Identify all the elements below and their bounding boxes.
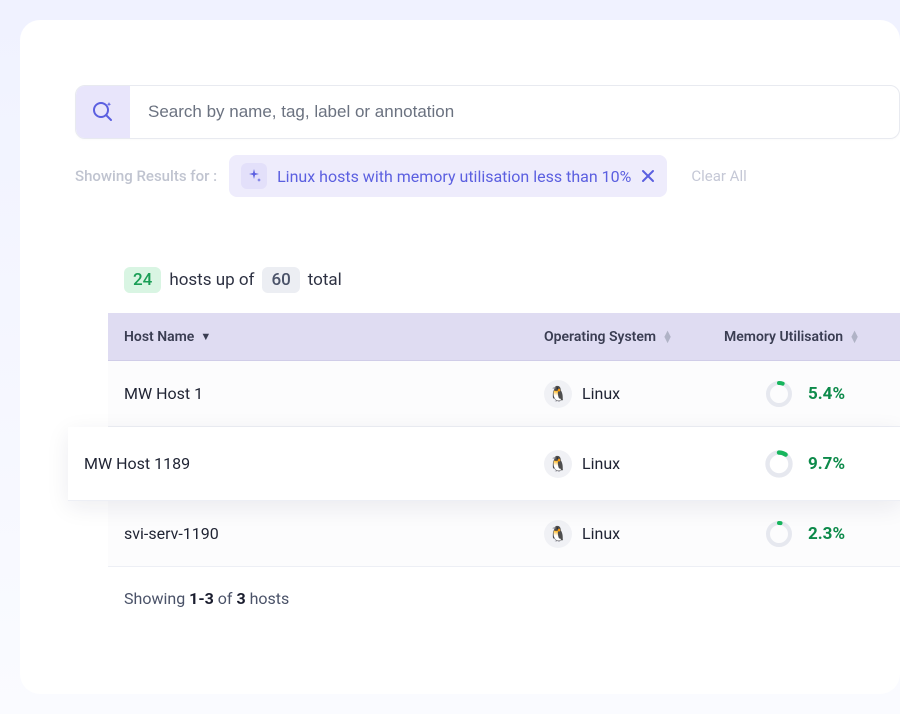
summary-row: 24 hosts up of 60 total — [108, 247, 900, 313]
col-header-os[interactable]: Operating System ▲▼ — [544, 329, 724, 345]
table-row[interactable]: MW Host 1 🐧Linux 5.4% — [108, 361, 900, 427]
search-area — [75, 20, 900, 139]
table-row[interactable]: MW Host 1189 🐧Linux 9.7% — [68, 427, 900, 501]
close-icon[interactable] — [641, 169, 655, 183]
cell-os: 🐧Linux — [544, 450, 724, 478]
cell-memory: 9.7% — [724, 449, 884, 479]
hosts-total-count: 60 — [262, 267, 299, 293]
search-bar — [75, 85, 900, 139]
col-header-memory-label: Memory Utilisation — [724, 329, 843, 345]
sort-icon: ▲▼ — [849, 331, 860, 343]
linux-icon: 🐧 — [544, 450, 572, 478]
cell-hostname: svi-serv-1190 — [124, 524, 544, 543]
sort-icon: ▲▼ — [662, 331, 673, 343]
pagination-range: 1-3 — [189, 589, 214, 608]
linux-icon: 🐧 — [544, 380, 572, 408]
filter-row: Showing Results for : Linux hosts with m… — [75, 139, 900, 217]
cell-hostname: MW Host 1 — [124, 384, 544, 403]
cell-hostname: MW Host 1189 — [84, 454, 544, 473]
cell-os: 🐧Linux — [544, 380, 724, 408]
summary-text-2: total — [308, 270, 342, 290]
summary-text-1: hosts up of — [169, 270, 254, 290]
col-header-os-label: Operating System — [544, 329, 656, 345]
ai-search-icon[interactable] — [76, 85, 130, 139]
app-container: Showing Results for : Linux hosts with m… — [20, 20, 900, 694]
col-header-hostname-label: Host Name — [124, 329, 194, 345]
caret-down-icon: ▼ — [200, 330, 211, 343]
col-header-hostname[interactable]: Host Name ▼ — [124, 329, 544, 345]
hosts-up-count: 24 — [124, 267, 161, 293]
filter-results-label: Showing Results for : — [75, 167, 217, 185]
linux-icon: 🐧 — [544, 520, 572, 548]
pagination-prefix: Showing — [124, 589, 185, 608]
results-panel: 24 hosts up of 60 total Host Name ▼ Oper… — [108, 247, 900, 630]
cell-memory: 2.3% — [724, 519, 884, 549]
pagination-of: of — [218, 589, 233, 608]
filter-chip[interactable]: Linux hosts with memory utilisation less… — [229, 155, 667, 197]
cell-os: 🐧Linux — [544, 520, 724, 548]
search-input[interactable] — [130, 102, 899, 122]
filter-chip-text: Linux hosts with memory utilisation less… — [277, 167, 631, 186]
table-header: Host Name ▼ Operating System ▲▼ Memory U… — [108, 313, 900, 361]
pagination-suffix: hosts — [250, 589, 290, 608]
clear-all-button[interactable]: Clear All — [691, 167, 746, 185]
table-body: MW Host 1 🐧Linux 5.4% MW Host 1189 🐧Linu… — [108, 361, 900, 567]
pagination-total: 3 — [236, 589, 245, 608]
sparkle-icon — [241, 163, 267, 189]
cell-memory: 5.4% — [724, 379, 884, 409]
table-row[interactable]: svi-serv-1190 🐧Linux 2.3% — [108, 501, 900, 567]
col-header-memory[interactable]: Memory Utilisation ▲▼ — [724, 329, 884, 345]
pagination: Showing 1-3 of 3 hosts — [108, 567, 900, 630]
